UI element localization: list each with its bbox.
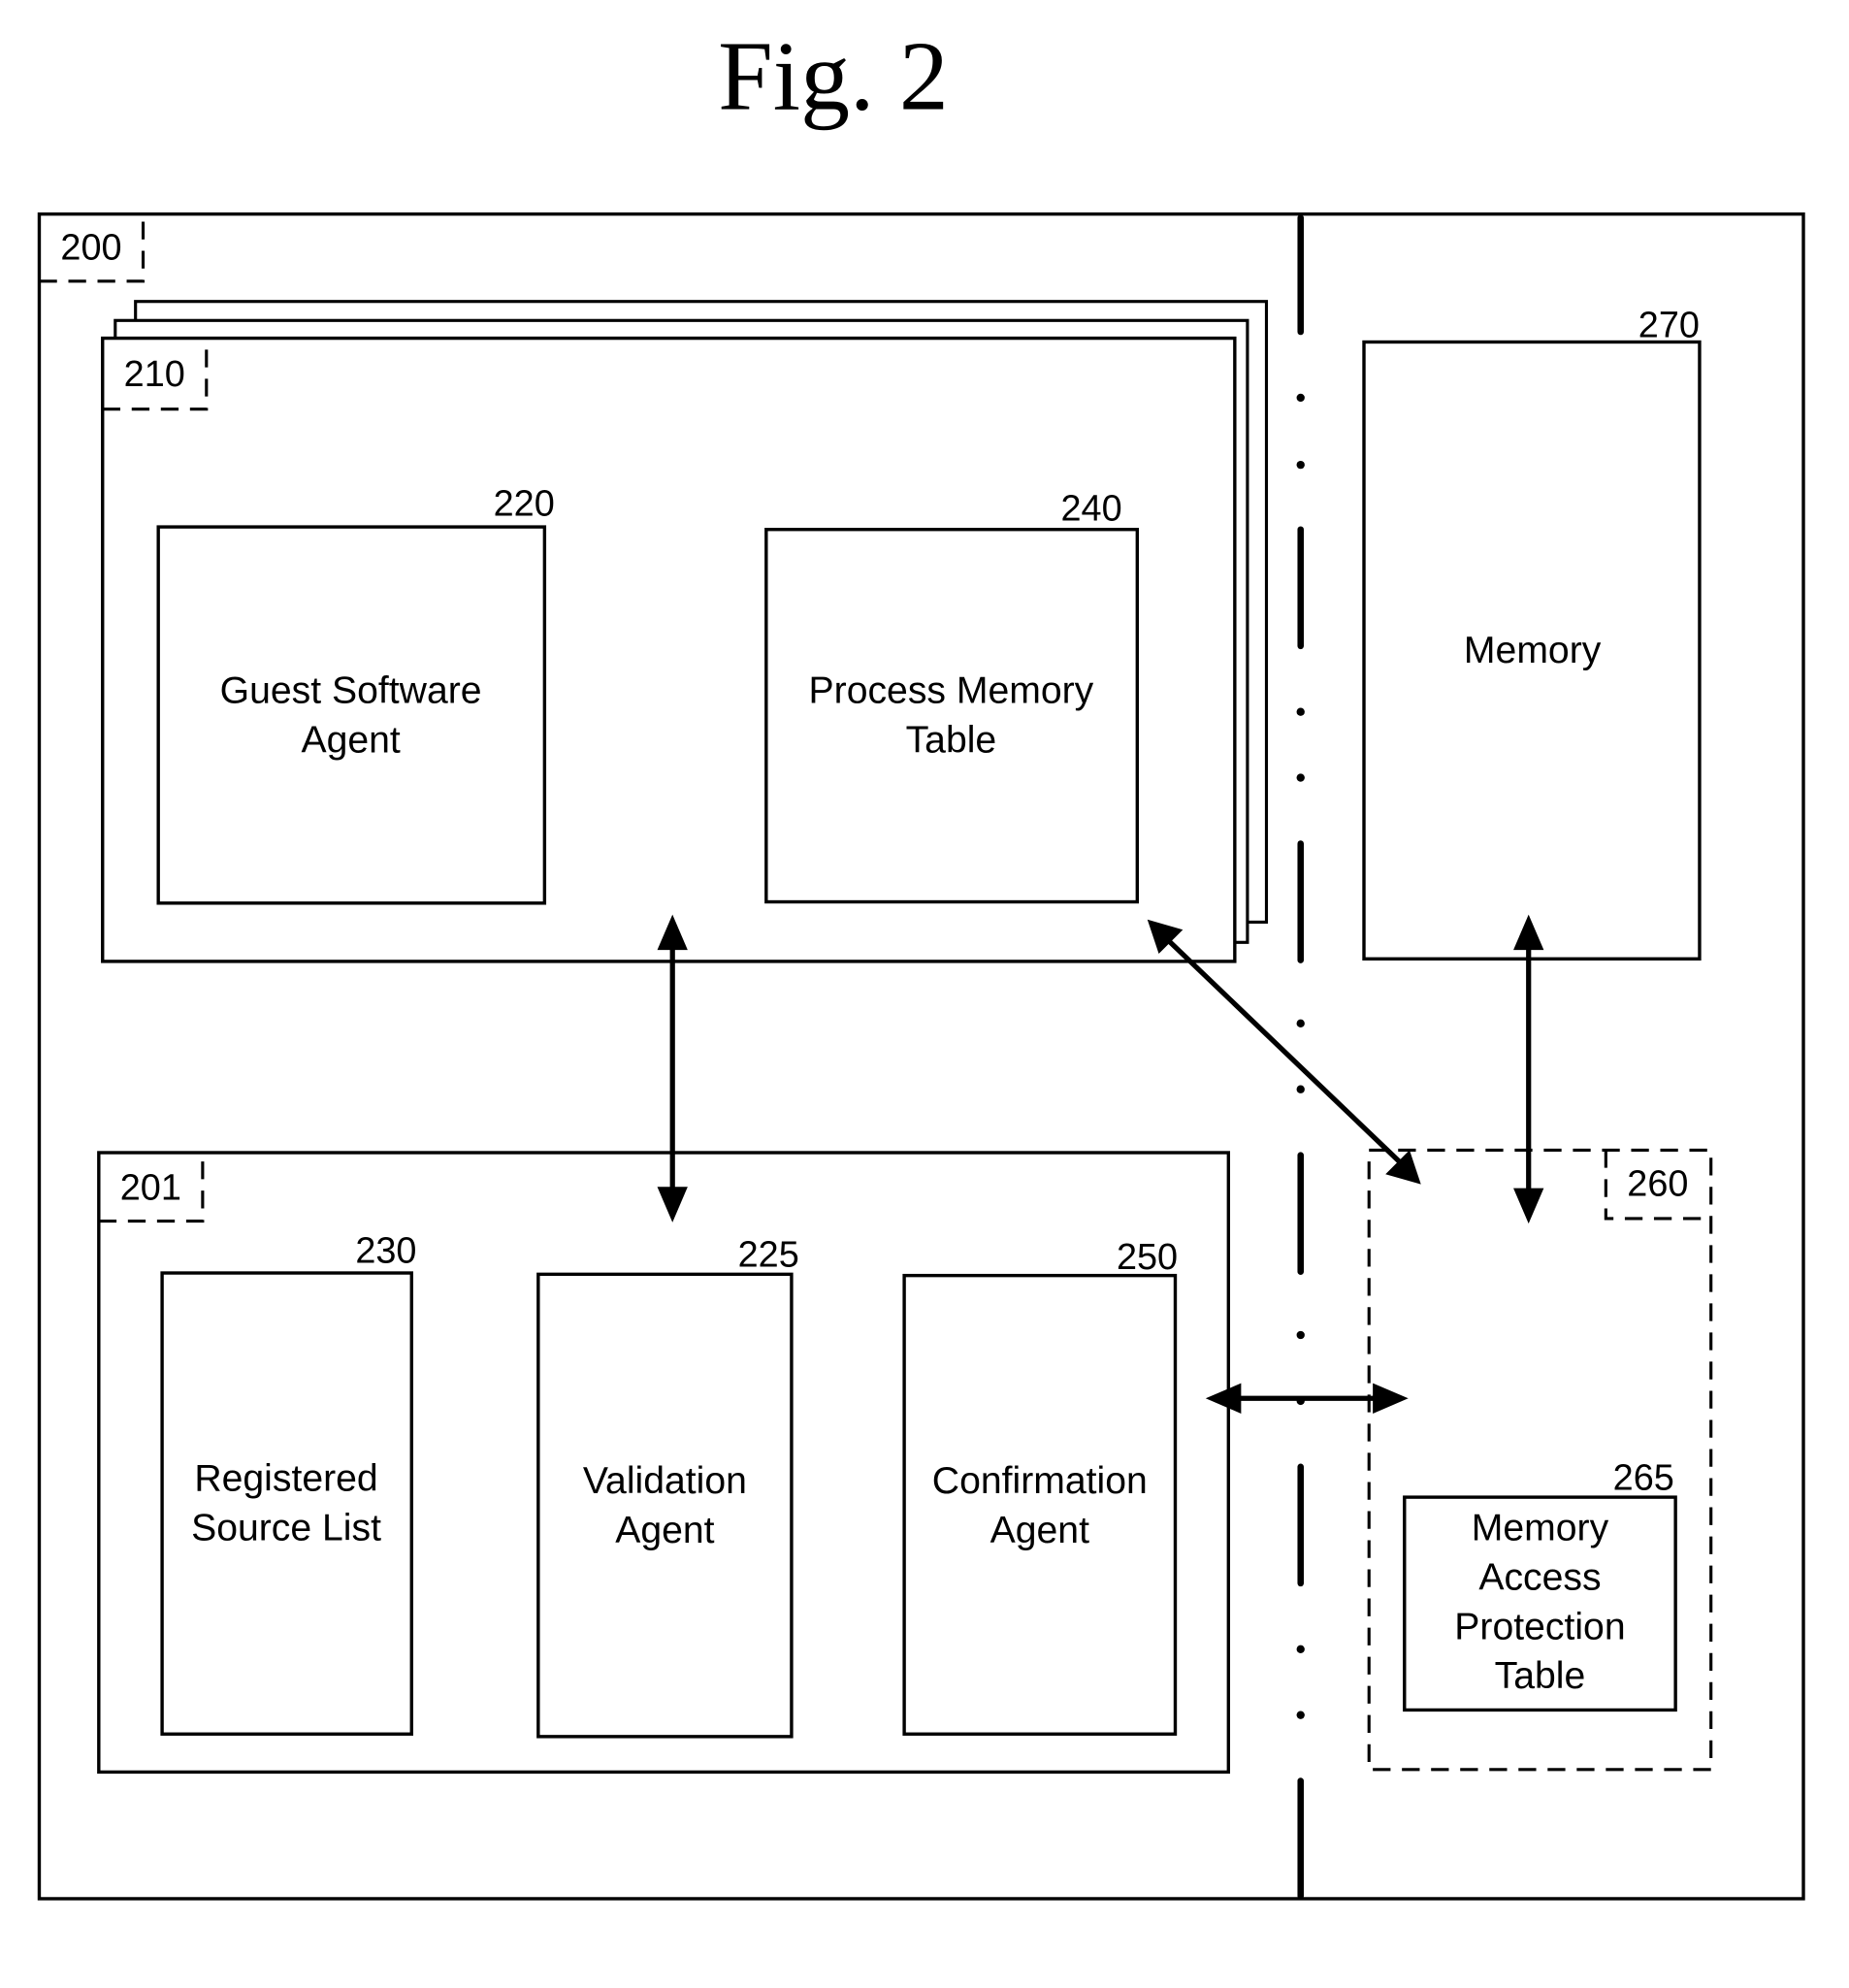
registered-source-list-ref: 230 xyxy=(355,1231,416,1272)
validation-container-ref: 201 xyxy=(120,1167,181,1208)
validation-agent-label-2: Agent xyxy=(615,1510,714,1551)
mapt-label-3: Protection xyxy=(1454,1606,1625,1647)
guest-software-agent: 220 Guest Software Agent xyxy=(156,483,555,905)
registered-source-list-label-2: Source List xyxy=(191,1508,381,1549)
figure-title: Fig. 2 xyxy=(718,21,949,131)
memory-controller-ref: 260 xyxy=(1627,1163,1688,1204)
memory-access-protection-table-ref: 265 xyxy=(1613,1457,1674,1498)
confirmation-agent-label-1: Confirmation xyxy=(932,1460,1148,1502)
registered-source-list-label-1: Registered xyxy=(194,1458,377,1500)
guest-software-agent-ref: 220 xyxy=(494,483,555,524)
validation-agent-ref: 225 xyxy=(738,1235,799,1276)
figure-canvas: Fig. 2 200 210 220 Guest Software Agent … xyxy=(37,21,1805,1901)
guest-software-agent-label-2: Agent xyxy=(301,719,400,761)
confirmation-agent-label-2: Agent xyxy=(990,1510,1089,1551)
validation-agent-label-1: Validation xyxy=(583,1460,747,1502)
memory: 270 Memory xyxy=(1362,305,1702,961)
mapt-label-4: Table xyxy=(1495,1655,1586,1697)
mapt-label-2: Access xyxy=(1478,1556,1601,1598)
process-memory-table-ref: 240 xyxy=(1060,489,1121,530)
process-memory-table-label-2: Table xyxy=(906,719,997,761)
system-ref: 200 xyxy=(60,228,121,269)
guest-container-ref: 210 xyxy=(124,354,185,395)
mapt-label-1: Memory xyxy=(1472,1508,1609,1549)
guest-software-agent-label-1: Guest Software xyxy=(220,670,482,712)
process-memory-table: 240 Process Memory Table xyxy=(764,489,1140,904)
memory-label: Memory xyxy=(1464,630,1602,671)
validation-agent: 225 Validation Agent xyxy=(536,1235,799,1739)
memory-ref: 270 xyxy=(1638,305,1700,345)
confirmation-agent-ref: 250 xyxy=(1117,1237,1178,1278)
confirmation-agent: 250 Confirmation Agent xyxy=(902,1237,1178,1736)
registered-source-list: 230 Registered Source List xyxy=(160,1231,417,1736)
process-memory-table-label-1: Process Memory xyxy=(809,670,1094,712)
